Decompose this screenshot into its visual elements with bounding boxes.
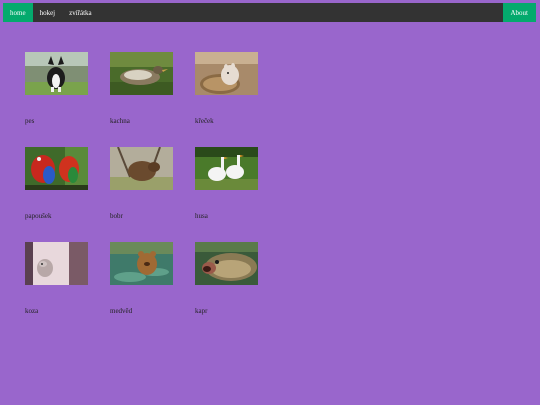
gallery-item-papousek: papoušek xyxy=(25,147,89,242)
duck-photo[interactable] xyxy=(110,52,173,95)
goat-photo[interactable] xyxy=(25,242,88,285)
gallery-item-medved: medvěd xyxy=(110,242,174,337)
caption-kapr: kapr xyxy=(195,307,208,315)
hamster-photo[interactable] xyxy=(195,52,258,95)
caption-medved: medvěd xyxy=(110,307,133,315)
caption-bobr: bobr xyxy=(110,212,123,220)
gallery-item-koza: koza xyxy=(25,242,89,337)
gallery-item-kachna: kachna xyxy=(110,52,174,147)
gallery-item-kapr: kapr xyxy=(195,242,259,337)
animal-gallery: pes kachna křeček papoušek bobr husa koz… xyxy=(25,52,259,337)
parrot-photo[interactable] xyxy=(25,147,88,190)
caption-koza: koza xyxy=(25,307,39,315)
goose-photo[interactable] xyxy=(195,147,258,190)
nav-item-about[interactable]: About xyxy=(502,3,536,22)
carp-photo[interactable] xyxy=(195,242,258,285)
beaver-photo[interactable] xyxy=(110,147,173,190)
caption-pes: pes xyxy=(25,117,35,125)
caption-papousek: papoušek xyxy=(25,212,52,220)
dog-photo[interactable] xyxy=(25,52,88,95)
gallery-item-krecek: křeček xyxy=(195,52,259,147)
nav-item-zviratka[interactable]: zvířátka xyxy=(62,3,99,22)
caption-husa: husa xyxy=(195,212,208,220)
nav-item-home[interactable]: home xyxy=(3,3,33,22)
caption-krecek: křeček xyxy=(195,117,214,125)
top-navbar: home hokej zvířátka About xyxy=(3,3,536,22)
gallery-item-pes: pes xyxy=(25,52,89,147)
gallery-item-bobr: bobr xyxy=(110,147,174,242)
caption-kachna: kachna xyxy=(110,117,130,125)
bear-photo[interactable] xyxy=(110,242,173,285)
gallery-item-husa: husa xyxy=(195,147,259,242)
nav-item-hokej[interactable]: hokej xyxy=(33,3,63,22)
